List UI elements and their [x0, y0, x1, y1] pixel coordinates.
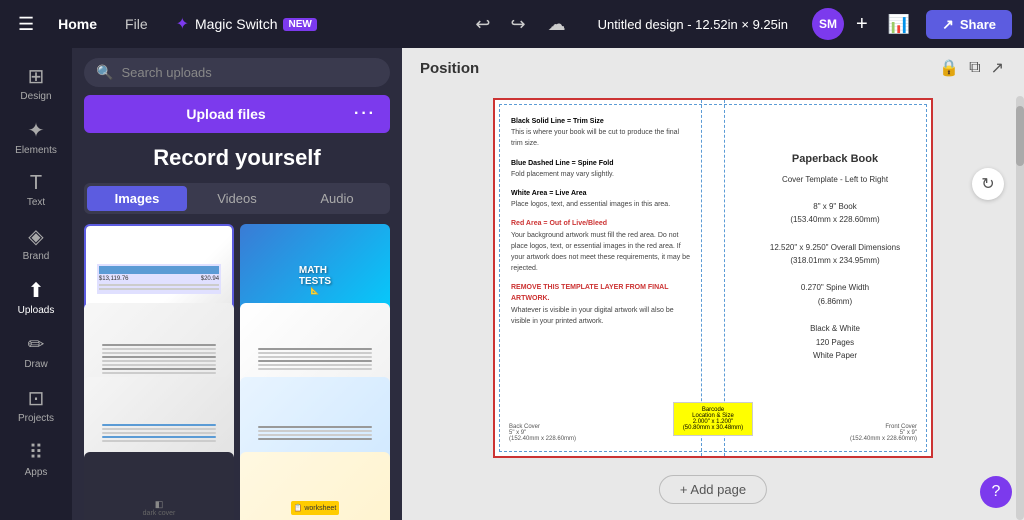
share-button[interactable]: ↗ Share	[926, 10, 1012, 39]
sidebar-item-elements[interactable]: ✦ Elements	[0, 110, 72, 164]
barcode-text: Barcode Location & Size 2.000" x 1.200" …	[678, 407, 748, 431]
position-label: Position	[420, 60, 479, 77]
lock-icon[interactable]: 🔒	[939, 58, 959, 78]
book-dims-mm: (318.01mm x 234.95mm)	[755, 254, 915, 268]
text-icon: T	[30, 172, 42, 195]
main-area: ⊞ Design ✦ Elements T Text ◈ Brand ⬆ Upl…	[0, 48, 1024, 520]
add-collaborator-icon[interactable]: +	[852, 13, 872, 36]
magic-switch-label: Magic Switch	[195, 16, 277, 32]
elements-icon: ✦	[28, 118, 45, 143]
image-grid: $13,119.76$20.94 MATHTESTS 📐	[72, 224, 402, 520]
upload-panel: 🔍 Upload files ··· Record yourself Image…	[72, 48, 402, 520]
book-subtitle: Cover Template - Left to Right	[755, 173, 915, 187]
selection-arrow	[232, 274, 234, 286]
sidebar-label-uploads: Uploads	[18, 305, 55, 316]
book-details: Black & White 120 Pages White Paper	[755, 322, 915, 363]
new-badge: NEW	[283, 18, 316, 31]
magic-icon: ✦	[176, 14, 189, 34]
stats-icon[interactable]: 📊	[880, 10, 918, 39]
undo-icon[interactable]: ↩	[469, 10, 496, 39]
sidebar-item-uploads[interactable]: ⬆ Uploads	[0, 270, 72, 324]
upload-files-button[interactable]: Upload files ···	[84, 95, 390, 133]
sidebar-label-brand: Brand	[23, 251, 50, 262]
image-cell-8[interactable]: 📋 worksheet	[240, 452, 390, 520]
design-title: Untitled design - 12.52in × 9.25in	[582, 17, 804, 32]
avatar[interactable]: SM	[812, 8, 844, 40]
search-input[interactable]	[121, 65, 378, 80]
add-page-button[interactable]: + Add page	[659, 475, 767, 504]
hamburger-icon[interactable]: ☰	[12, 10, 40, 39]
sidebar-label-elements: Elements	[15, 145, 57, 156]
expand-icon[interactable]: ↗	[991, 58, 1004, 78]
sidebar-item-projects[interactable]: ⊡ Projects	[0, 378, 72, 432]
projects-icon: ⊡	[28, 386, 45, 411]
scrollbar-thumb[interactable]	[1016, 106, 1024, 166]
barcode: Barcode Location & Size 2.000" x 1.200" …	[673, 402, 753, 436]
book-right-text: Paperback Book Cover Template - Left to …	[755, 150, 915, 363]
book-title: Paperback Book	[755, 150, 915, 169]
canvas-scrollbar[interactable]	[1016, 96, 1024, 520]
front-cover-label: Front Cover 5" x 9" (152.40mm x 228.60mm…	[850, 424, 917, 442]
tab-images[interactable]: Images	[87, 186, 187, 211]
apps-icon: ⠿	[29, 440, 44, 465]
brand-icon: ◈	[28, 224, 43, 249]
book-size: 8" x 9" Book	[755, 200, 915, 214]
canvas-toolbar-right: 🔒 ⧉ ↗	[939, 58, 1004, 78]
back-cover-label: Back Cover 5" x 9" (152.40mm x 228.60mm)	[509, 424, 576, 442]
sidebar-item-draw[interactable]: ✏ Draw	[0, 324, 72, 378]
design-icon: ⊞	[28, 64, 45, 89]
search-bar: 🔍	[84, 58, 390, 87]
record-yourself-label: Record yourself	[72, 141, 402, 183]
tab-videos[interactable]: Videos	[187, 186, 287, 211]
book-canvas: Black Solid Line = Trim SizeThis is wher…	[493, 98, 933, 458]
upload-btn-label: Upload files	[98, 106, 354, 122]
help-button[interactable]: ?	[980, 476, 1012, 508]
media-tabs: Images Videos Audio	[84, 183, 390, 214]
search-icon: 🔍	[96, 64, 113, 81]
nav-file[interactable]: File	[115, 12, 158, 36]
tab-audio[interactable]: Audio	[287, 186, 387, 211]
image-cell-7[interactable]: ◧ dark cover	[84, 452, 234, 520]
sidebar-item-apps[interactable]: ⠿ Apps	[0, 432, 72, 486]
sidebar-item-design[interactable]: ⊞ Design	[0, 56, 72, 110]
nav-magic-switch[interactable]: ✦ Magic Switch NEW	[166, 10, 327, 38]
uploads-icon: ⬆	[28, 278, 45, 303]
sidebar-label-draw: Draw	[24, 359, 47, 370]
spine-mm: (6.86mm)	[755, 295, 915, 309]
nav-home[interactable]: Home	[48, 12, 107, 36]
refresh-button[interactable]: ↻	[972, 168, 1004, 200]
spine-width: 0.270" Spine Width	[755, 281, 915, 295]
redo-icon[interactable]: ↪	[504, 10, 531, 39]
canvas-area: Position 🔒 ⧉ ↗ ↻ Black Solid Line = Trim…	[402, 48, 1024, 520]
book-size-mm: (153.40mm x 228.60mm)	[755, 213, 915, 227]
book-dims: 12.520" x 9.250" Overall Dimensions	[755, 241, 915, 255]
sidebar-label-apps: Apps	[25, 467, 48, 478]
navbar: ☰ Home File ✦ Magic Switch NEW ↩ ↪ ☁ Unt…	[0, 0, 1024, 48]
upload-more-icon[interactable]: ···	[354, 105, 376, 123]
book-left-text: Black Solid Line = Trim SizeThis is wher…	[511, 116, 691, 335]
icon-sidebar: ⊞ Design ✦ Elements T Text ◈ Brand ⬆ Upl…	[0, 48, 72, 520]
share-icon: ↗	[942, 16, 954, 33]
sidebar-item-text[interactable]: T Text	[0, 164, 72, 216]
draw-icon: ✏	[28, 332, 45, 357]
copy-icon[interactable]: ⧉	[969, 59, 980, 77]
sidebar-label-text: Text	[27, 197, 45, 208]
sidebar-label-projects: Projects	[18, 413, 54, 424]
sidebar-label-design: Design	[20, 91, 51, 102]
cloud-icon[interactable]: ☁	[540, 10, 574, 39]
add-page-label: + Add page	[680, 482, 746, 497]
sidebar-item-brand[interactable]: ◈ Brand	[0, 216, 72, 270]
